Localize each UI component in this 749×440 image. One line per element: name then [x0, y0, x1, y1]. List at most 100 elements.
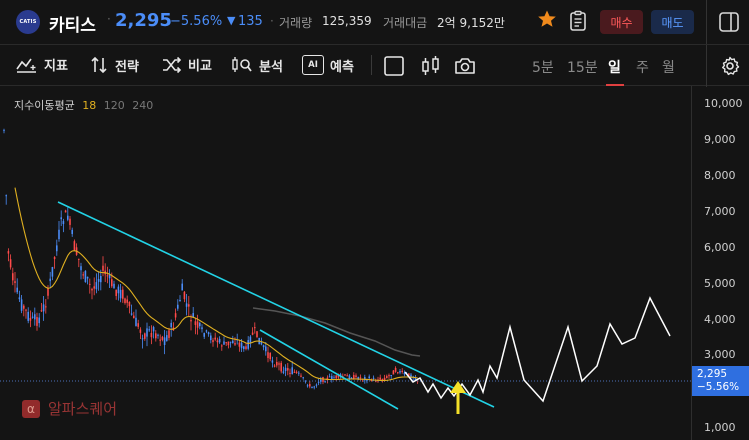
candle-body [379, 377, 381, 380]
candle-body [128, 301, 131, 307]
candle-body [155, 333, 157, 339]
badge-pct: −5.56% [697, 381, 740, 393]
candle-body [212, 340, 214, 343]
candlestick-series [3, 128, 419, 390]
candle-body [194, 321, 197, 325]
candle-body [335, 375, 337, 379]
candle-body [135, 317, 137, 327]
candle-body [201, 327, 203, 330]
candle-body [214, 337, 216, 340]
candle-body [315, 384, 318, 386]
candle-body [287, 368, 289, 371]
ema120-line [252, 307, 421, 357]
candle-body [60, 217, 62, 220]
candle-body [328, 376, 331, 378]
candle-body [205, 330, 208, 332]
candle-body [267, 352, 269, 359]
candle-body [130, 313, 133, 315]
candle-body [16, 287, 18, 293]
candle-body [64, 210, 67, 213]
candle-body [170, 322, 172, 328]
candle-body [282, 371, 285, 373]
candle-body [25, 309, 27, 311]
candle-body [368, 376, 370, 379]
candle-body [243, 346, 245, 349]
candle-body [280, 362, 282, 372]
candle-body [256, 331, 258, 338]
candle-body [31, 316, 34, 318]
legend-period-18: 18 [82, 99, 97, 112]
candle-body [93, 286, 95, 289]
candle-body [300, 375, 302, 377]
candle-body [56, 245, 58, 252]
y-tick: 4,000 [704, 313, 736, 326]
candle-body [86, 276, 89, 279]
candle-body [284, 367, 287, 372]
candle-body [238, 342, 241, 347]
candle-body [137, 323, 139, 327]
candle-body [62, 221, 65, 225]
candle-body [168, 330, 170, 338]
candle-body [42, 304, 45, 312]
candle-body [196, 321, 199, 328]
candle-body [95, 282, 98, 290]
candle-body [317, 381, 320, 383]
candle-body [69, 218, 71, 225]
candle-body [139, 329, 142, 333]
candle-body [203, 333, 205, 337]
candle-body [225, 342, 227, 344]
candle-body [265, 346, 267, 352]
candle-body [122, 289, 124, 299]
candle-body [227, 341, 230, 346]
candle-body [207, 332, 210, 335]
y-tick: 5,000 [704, 277, 736, 290]
candle-body [304, 380, 307, 382]
candle-body [14, 281, 16, 283]
candle-body [97, 278, 100, 282]
candle-body [210, 335, 212, 341]
candle-body [47, 288, 49, 296]
candle-body [36, 317, 38, 326]
candle-body [150, 332, 153, 338]
candle-body [18, 297, 21, 300]
candle-body [38, 317, 40, 324]
candle-body [144, 333, 146, 339]
candle-body [302, 377, 304, 379]
candle-body [269, 352, 271, 360]
candle-body [89, 283, 91, 285]
candle-body [141, 338, 144, 340]
candle-body [177, 304, 179, 309]
candle-body [161, 336, 164, 340]
candle-body [223, 341, 225, 345]
candle-body [124, 298, 126, 304]
candle-body [111, 279, 113, 287]
candle-body [34, 314, 36, 320]
candle-body [45, 306, 47, 308]
candle-body [216, 340, 219, 343]
candle-body [192, 313, 194, 318]
candle-body [346, 375, 348, 377]
candle-body [291, 367, 293, 374]
candle-body [247, 340, 249, 349]
candle-body [359, 377, 362, 379]
candle-body [146, 328, 148, 337]
candle-body [78, 258, 80, 260]
candle-body [298, 372, 300, 374]
candle-body [53, 257, 56, 260]
candle-body [51, 266, 54, 277]
candle-body [100, 275, 102, 283]
y-tick: 6,000 [704, 241, 736, 254]
candle-body [390, 375, 392, 377]
candle-body [234, 343, 236, 345]
candle-body [229, 341, 232, 343]
candle-body [190, 320, 192, 322]
chart-canvas[interactable] [0, 0, 749, 440]
candle-body [73, 241, 76, 251]
candle-body [67, 215, 69, 220]
candle-body [27, 311, 29, 321]
y-tick: 7,000 [704, 205, 736, 218]
candle-body [157, 334, 159, 336]
candle-body [199, 322, 201, 327]
candle-body [106, 275, 109, 277]
indicator-legend[interactable]: 지수이동평균 18 120 240 [14, 97, 153, 113]
